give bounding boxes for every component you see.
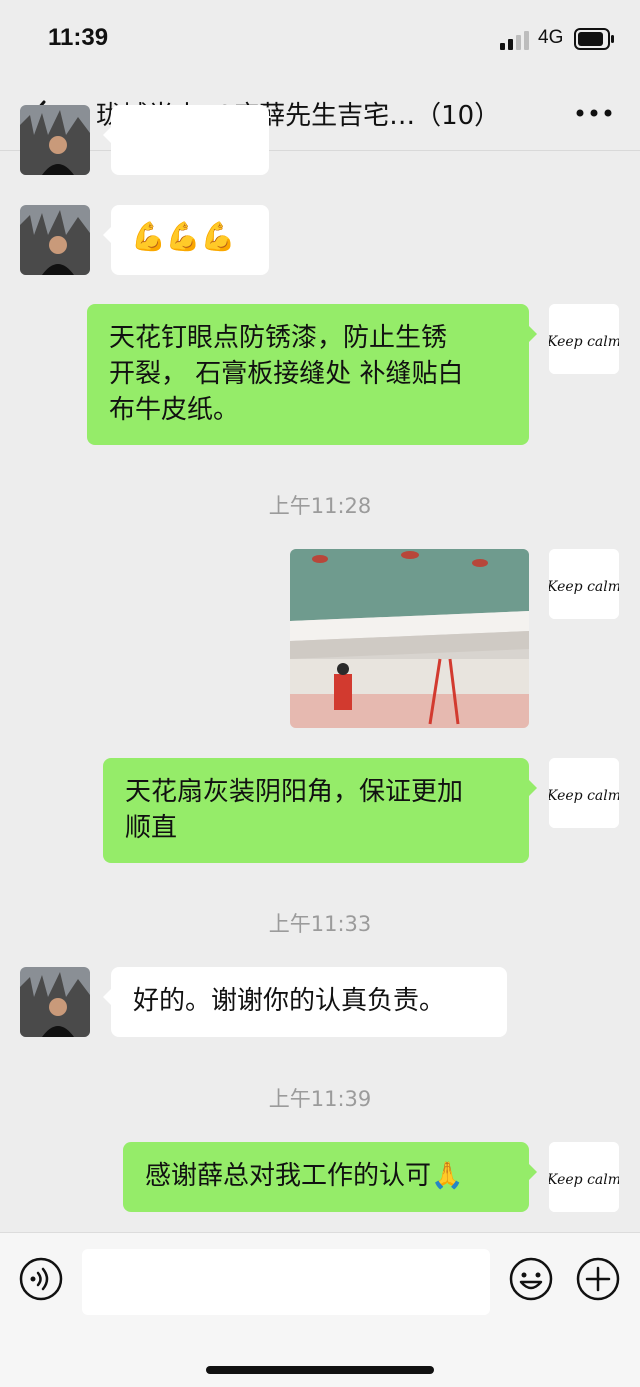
- message-bubble[interactable]: 天花扇灰装阴阳角，保证更加 顺直: [103, 758, 537, 863]
- more-icon[interactable]: [574, 98, 614, 128]
- chat-header: 珑城半山50座薛先生吉宅…（10）: [0, 80, 640, 151]
- photo-message[interactable]: [290, 549, 529, 728]
- message-line: 天花钉眼点防锈漆，防止生锈: [109, 323, 448, 353]
- avatar[interactable]: [20, 205, 90, 275]
- message-text: 好的。谢谢你的认真负责。: [133, 986, 446, 1016]
- home-indicator[interactable]: [206, 1366, 434, 1374]
- voice-icon[interactable]: [18, 1256, 64, 1306]
- signal-icon: [500, 30, 532, 54]
- message-line: 顺直: [125, 813, 178, 843]
- timestamp: 上午11:33: [268, 912, 372, 936]
- message-bubble[interactable]: 天花钉眼点防锈漆，防止生锈 开裂， 石膏板接缝处 补缝贴白 布牛皮纸。: [87, 304, 537, 445]
- svg-text:Keep calm: Keep calm: [549, 579, 619, 595]
- network-type: 4G: [538, 27, 564, 48]
- avatar-self[interactable]: Keep calm: [549, 549, 619, 619]
- status-time: 11:39: [48, 24, 109, 51]
- plus-icon[interactable]: [575, 1256, 621, 1306]
- message-line: 布牛皮纸。: [109, 395, 240, 425]
- message-bubble[interactable]: 好的。谢谢你的认真负责。: [103, 967, 507, 1037]
- message-bubble[interactable]: 💪💪💪: [103, 205, 269, 275]
- message-bubble[interactable]: [103, 105, 269, 175]
- svg-text:Keep calm: Keep calm: [549, 788, 619, 804]
- avatar[interactable]: [20, 105, 90, 175]
- status-bar: 11:39 4G: [0, 0, 640, 80]
- message-input[interactable]: [82, 1249, 490, 1315]
- input-bar: [0, 1232, 640, 1387]
- svg-text:Keep calm: Keep calm: [549, 334, 619, 350]
- avatar-self[interactable]: Keep calm: [549, 304, 619, 374]
- message-text: 💪💪💪: [131, 220, 236, 253]
- avatar[interactable]: [20, 967, 90, 1037]
- message-line: 天花扇灰装阴阳角，保证更加: [125, 777, 464, 807]
- message-bubble[interactable]: 感谢薛总对我工作的认可🙏: [123, 1142, 537, 1212]
- avatar-self[interactable]: Keep calm: [549, 758, 619, 828]
- svg-text:Keep calm: Keep calm: [549, 1172, 619, 1188]
- avatar-self[interactable]: Keep calm: [549, 1142, 619, 1212]
- message-text: 感谢薛总对我工作的认可🙏: [145, 1161, 464, 1191]
- emoji-icon[interactable]: [508, 1256, 554, 1306]
- timestamp: 上午11:39: [268, 1087, 372, 1111]
- timestamp: 上午11:28: [268, 494, 372, 518]
- message-line: 开裂， 石膏板接缝处 补缝贴白: [109, 359, 464, 389]
- battery-icon: [574, 28, 616, 54]
